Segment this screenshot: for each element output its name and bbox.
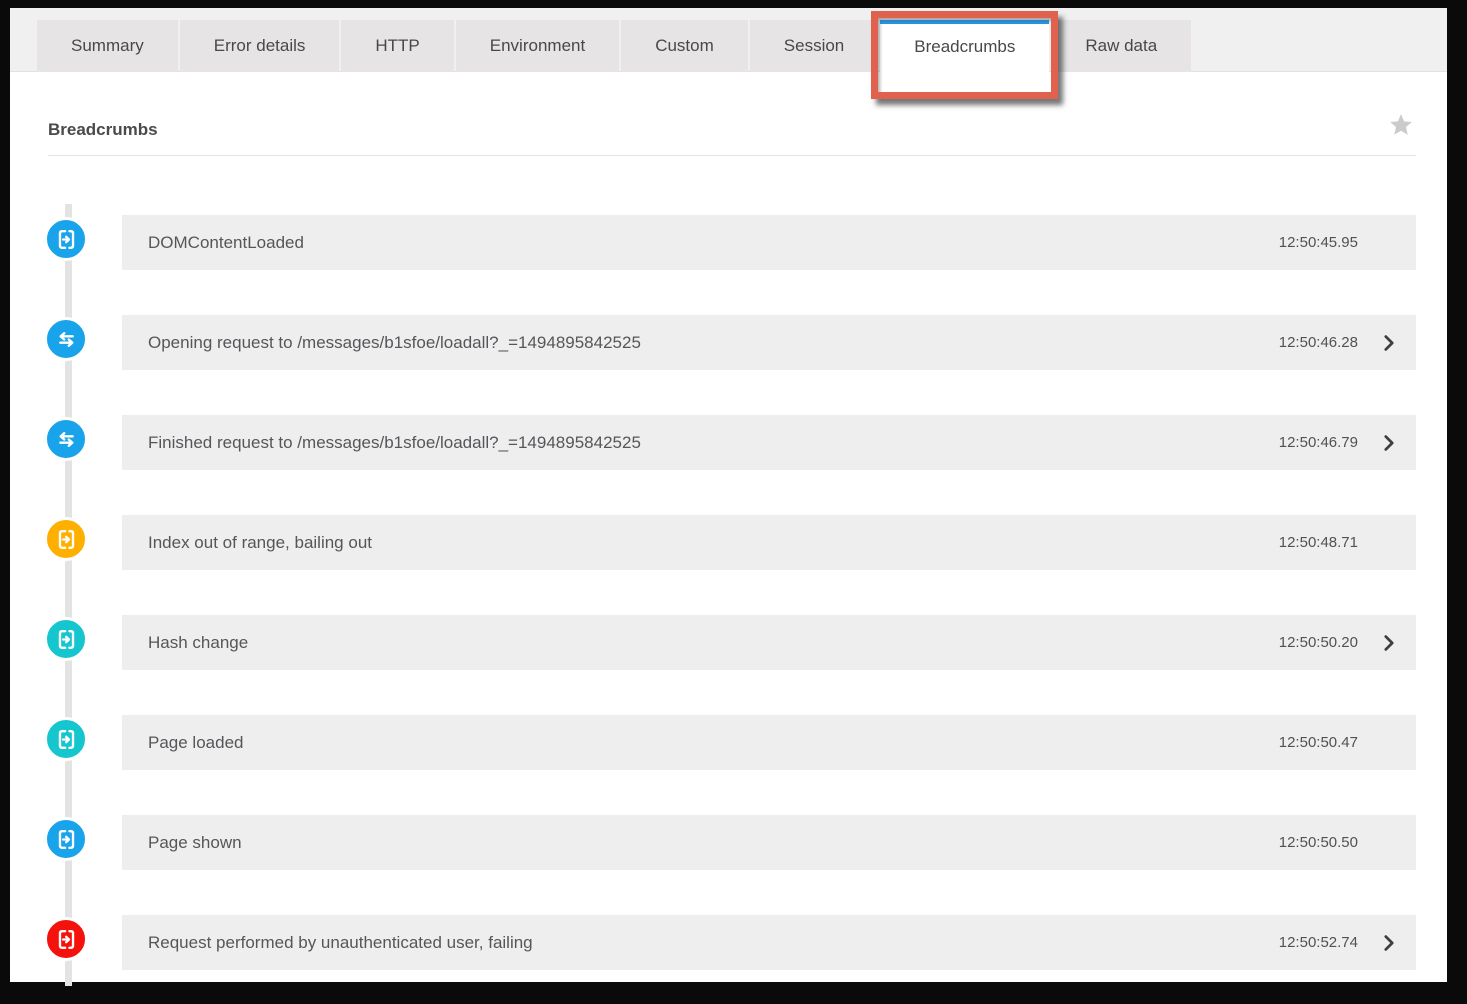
breadcrumb-message: Page shown — [122, 833, 1279, 853]
tab-session[interactable]: Session — [750, 20, 878, 72]
breadcrumb-message: Hash change — [122, 633, 1279, 653]
breadcrumb-timestamp: 12:50:46.79 — [1279, 434, 1358, 451]
breadcrumb-row: Opening request to /messages/b1sfoe/load… — [10, 315, 1447, 370]
breadcrumb-message: Page loaded — [122, 733, 1279, 753]
breadcrumb-message: DOMContentLoaded — [122, 233, 1279, 253]
breadcrumb-timestamp: 12:50:48.71 — [1279, 534, 1358, 551]
page-title: Breadcrumbs — [48, 120, 158, 139]
tab-label: Summary — [71, 20, 144, 72]
tab-label: Session — [784, 20, 844, 72]
breadcrumb-level-icon — [44, 217, 88, 261]
breadcrumb-item[interactable]: Index out of range, bailing out 12:50:48… — [122, 515, 1416, 570]
breadcrumb-level-icon — [44, 617, 88, 661]
chevron-right-icon[interactable] — [1378, 432, 1400, 454]
chevron-right-icon[interactable] — [1378, 632, 1400, 654]
breadcrumb-message: Opening request to /messages/b1sfoe/load… — [122, 333, 1279, 353]
navigation-icon — [53, 926, 80, 953]
breadcrumb-level-icon — [44, 317, 88, 361]
breadcrumb-item[interactable]: Opening request to /messages/b1sfoe/load… — [122, 315, 1416, 370]
breadcrumb-message: Request performed by unauthenticated use… — [122, 933, 1279, 953]
request-icon — [53, 426, 80, 453]
breadcrumb-item[interactable]: Hash change 12:50:50.20 — [122, 615, 1416, 670]
breadcrumb-list: DOMContentLoaded 12:50:45.95 — [10, 156, 1447, 970]
tab-http[interactable]: HTTP — [341, 20, 453, 72]
breadcrumb-timestamp: 12:50:50.20 — [1279, 634, 1358, 651]
chevron-right-icon[interactable] — [1378, 332, 1400, 354]
tab-summary[interactable]: Summary — [37, 20, 178, 72]
tab-label: Custom — [655, 20, 714, 72]
tab-raw-data[interactable]: Raw data — [1051, 20, 1191, 72]
navigation-icon — [53, 526, 80, 553]
breadcrumb-timestamp: 12:50:46.28 — [1279, 334, 1358, 351]
breadcrumb-row: Page shown 12:50:50.50 — [10, 815, 1447, 870]
breadcrumb-level-icon — [44, 517, 88, 561]
request-icon — [53, 326, 80, 353]
tab-breadcrumbs[interactable]: Breadcrumbs — [880, 20, 1049, 94]
breadcrumb-row: DOMContentLoaded 12:50:45.95 — [10, 215, 1447, 270]
tab-label: Raw data — [1085, 20, 1157, 72]
breadcrumb-timestamp: 12:50:45.95 — [1279, 234, 1358, 251]
navigation-icon — [53, 826, 80, 853]
tab-bar: Summary Error details HTTP Environment C… — [10, 8, 1447, 72]
tab-label: HTTP — [375, 20, 419, 72]
screenshot-root: { "tabs": [ { "label": "Summary", "activ… — [0, 0, 1467, 1004]
breadcrumb-item[interactable]: DOMContentLoaded 12:50:45.95 — [122, 215, 1416, 270]
panel-header: Breadcrumbs — [10, 72, 1447, 156]
breadcrumb-row: Hash change 12:50:50.20 — [10, 615, 1447, 670]
navigation-icon — [53, 226, 80, 253]
tab-error-details[interactable]: Error details — [180, 20, 340, 72]
breadcrumb-row: Finished request to /messages/b1sfoe/loa… — [10, 415, 1447, 470]
breadcrumb-item[interactable]: Finished request to /messages/b1sfoe/loa… — [122, 415, 1416, 470]
chevron-right-icon[interactable] — [1378, 932, 1400, 954]
error-report-panel: Summary Error details HTTP Environment C… — [10, 8, 1447, 982]
breadcrumb-item[interactable]: Page loaded 12:50:50.47 — [122, 715, 1416, 770]
breadcrumb-item[interactable]: Page shown 12:50:50.50 — [122, 815, 1416, 870]
breadcrumb-timeline: DOMContentLoaded 12:50:45.95 — [10, 156, 1447, 986]
breadcrumb-level-icon — [44, 917, 88, 961]
breadcrumb-level-icon — [44, 717, 88, 761]
breadcrumb-timestamp: 12:50:50.47 — [1279, 734, 1358, 751]
tab-environment[interactable]: Environment — [456, 20, 619, 72]
breadcrumb-timestamp: 12:50:52.74 — [1279, 934, 1358, 951]
tab-label: Environment — [490, 20, 585, 72]
tab-label: Error details — [214, 20, 306, 72]
breadcrumb-message: Finished request to /messages/b1sfoe/loa… — [122, 433, 1279, 453]
breadcrumb-row: Page loaded 12:50:50.47 — [10, 715, 1447, 770]
tab-custom[interactable]: Custom — [621, 20, 748, 72]
breadcrumb-row: Request performed by unauthenticated use… — [10, 915, 1447, 970]
navigation-icon — [53, 726, 80, 753]
breadcrumb-item[interactable]: Request performed by unauthenticated use… — [122, 915, 1416, 970]
navigation-icon — [53, 626, 80, 653]
breadcrumb-row: Index out of range, bailing out 12:50:48… — [10, 515, 1447, 570]
favorite-star-icon[interactable] — [1388, 112, 1414, 138]
breadcrumb-level-icon — [44, 817, 88, 861]
tab-label: Breadcrumbs — [914, 24, 1015, 70]
breadcrumb-timestamp: 12:50:50.50 — [1279, 834, 1358, 851]
breadcrumb-message: Index out of range, bailing out — [122, 533, 1279, 553]
breadcrumb-level-icon — [44, 417, 88, 461]
